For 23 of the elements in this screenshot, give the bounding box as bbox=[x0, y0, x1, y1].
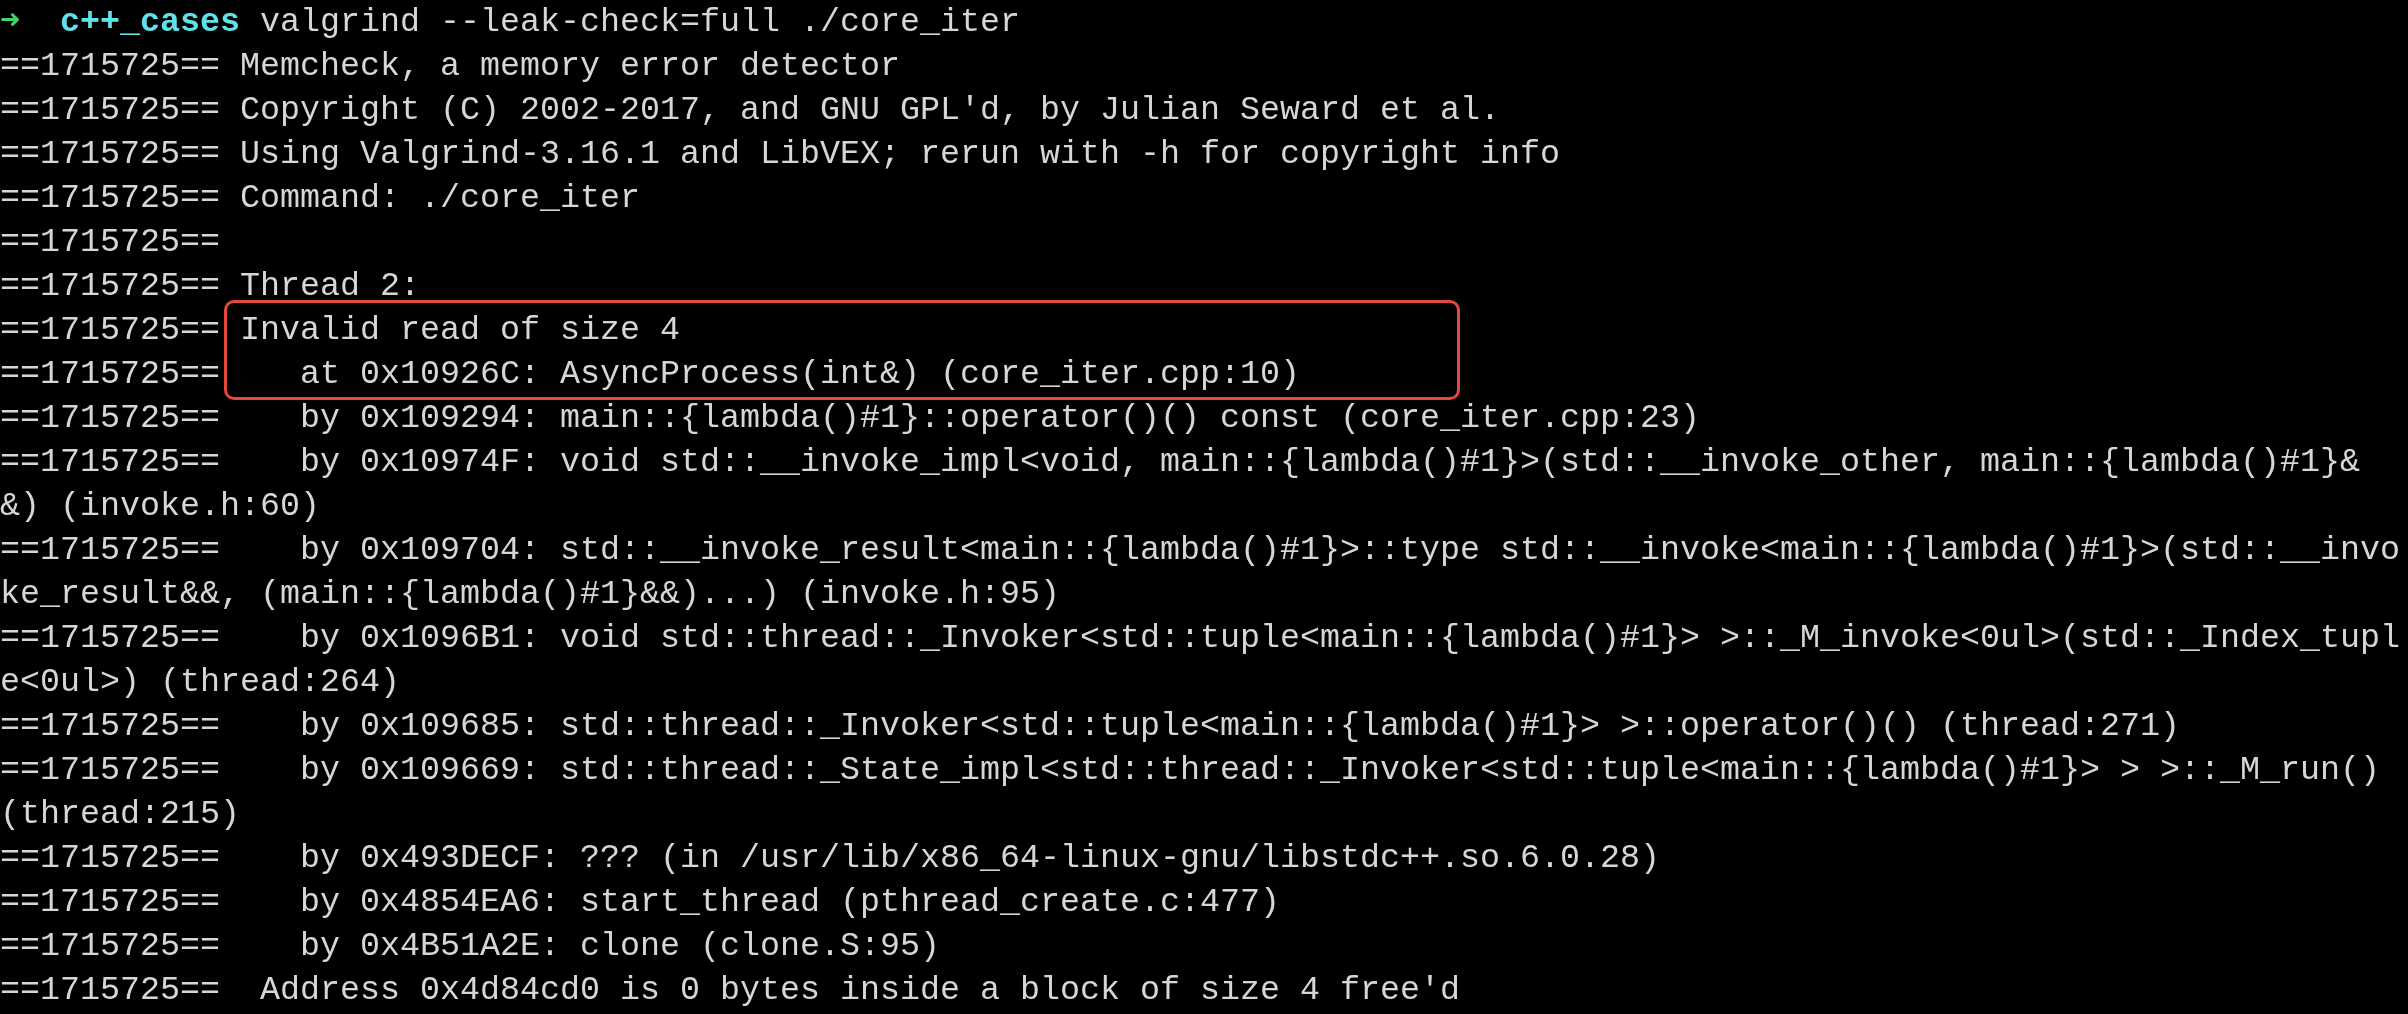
log-line: ==1715725== by 0x109294: main::{lambda()#1}::operator()() const (core_iter.cpp:23) bbox=[0, 398, 1701, 439]
prompt-directory: c++_cases bbox=[60, 2, 240, 43]
log-line: ==1715725== Using Valgrind-3.16.1 and LibVEX; rerun with -h for copyright info bbox=[0, 134, 1561, 175]
prompt-arrow: ➜ bbox=[0, 2, 22, 43]
log-line: ==1715725== Copyright (C) 2002-2017, and GNU GPL'd, by Julian Seward et al. bbox=[0, 90, 1501, 131]
log-pid: ==1715725== bbox=[0, 354, 220, 395]
log-line: ==1715725== by 0x1096B1: void std::thread::_Invoker<std::tuple<main::{lambda()#1}> >::_M_invoke<0ul>(std::_Index_tuple<0ul>) (thread:264) bbox=[0, 618, 2402, 703]
log-line: ==1715725== by 0x4B51A2E: clone (clone.S:95) bbox=[0, 926, 941, 967]
log-line: ==1715725== Memcheck, a memory error detector bbox=[0, 46, 901, 87]
log-line: ==1715725== Address 0x4d84cd0 is 0 bytes inside a block of size 4 free'd bbox=[0, 970, 1461, 1011]
log-line: ==1715725== by 0x109685: std::thread::_Invoker<std::tuple<main::{lambda()#1}> >::operator()() (thread:271) bbox=[0, 706, 2181, 747]
log-pid: ==1715725== bbox=[0, 310, 220, 351]
log-line: ==1715725== by 0x109704: std::__invoke_result<main::{lambda()#1}>::type std::__invoke<main::{lambda()#1}>(std::__invoke_result&&, (main::{lambda()#1}&&)...) (invoke.h:95) bbox=[0, 530, 2402, 615]
log-message: at 0x10926C: AsyncProcess(int&) (core_iter.cpp:10) bbox=[299, 354, 1300, 395]
log-message: Invalid read of size 4 bbox=[240, 310, 680, 351]
log-line: ==1715725== by 0x493DECF: ??? (in /usr/lib/x86_64-linux-gnu/libstdc++.so.6.0.28) bbox=[0, 838, 1661, 879]
shell-command: valgrind --leak-check=full ./core_iter bbox=[260, 2, 1021, 43]
log-line: ==1715725== bbox=[0, 222, 221, 263]
log-line: ==1715725== by 0x4854EA6: start_thread (pthread_create.c:477) bbox=[0, 882, 1281, 923]
log-line: ==1715725== by 0x109669: std::thread::_State_impl<std::thread::_Invoker<std::tuple<main::{lambda()#1}> > >::_M_run() (thread:215) bbox=[0, 750, 2382, 835]
log-line: ==1715725== Command: ./core_iter bbox=[0, 178, 641, 219]
log-line: ==1715725== by 0x10974F: void std::__invoke_impl<void, main::{lambda()#1}>(std::__invoke_other, main::{lambda()#1}&&) (invoke.h:60) bbox=[0, 442, 2362, 527]
log-line: ==1715725== Thread 2: bbox=[0, 266, 421, 307]
